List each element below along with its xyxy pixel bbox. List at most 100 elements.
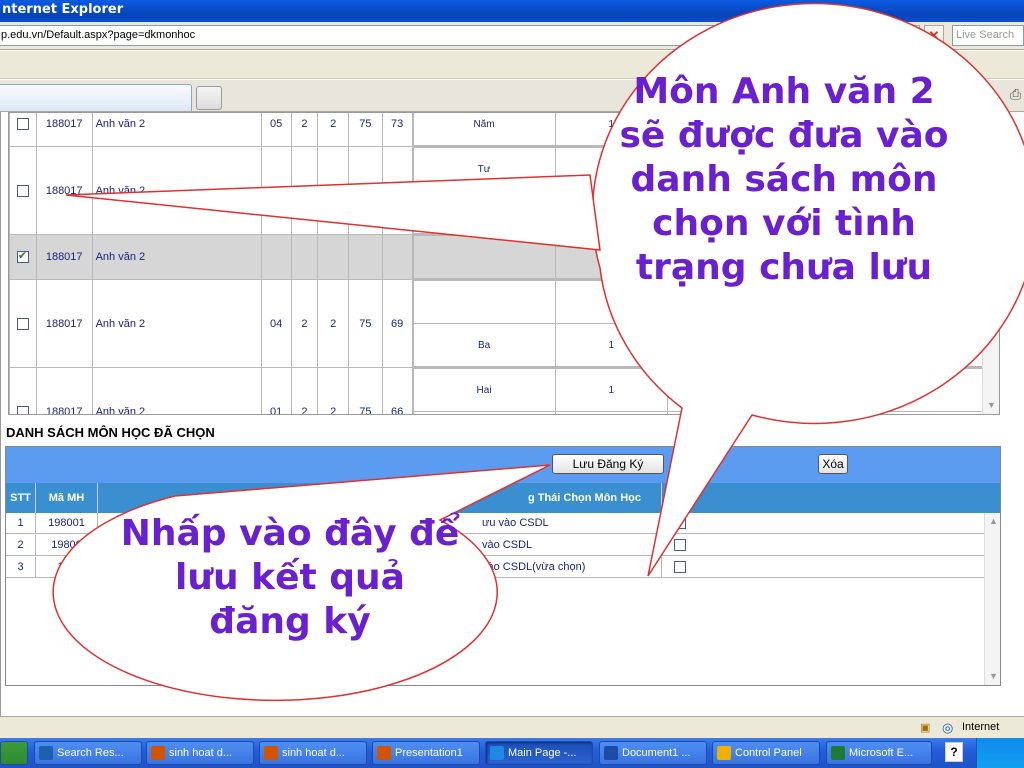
course-group — [260, 234, 292, 280]
course-select-cell — [9, 146, 37, 235]
course-credits: 2 — [290, 279, 319, 368]
header-course-name — [98, 483, 428, 513]
course-capacity: 75 — [347, 279, 383, 368]
refresh-icon[interactable]: ↻ — [900, 25, 920, 46]
powerpoint-icon — [151, 746, 165, 760]
schedule-cell: Hai15B1Ba15B101 — [411, 367, 998, 414]
schedule-day — [412, 235, 556, 279]
selected-scrollbar[interactable]: ▲ ▼ — [984, 513, 1000, 685]
course-credits: 2 — [290, 367, 319, 414]
selected-stt: 1 — [6, 513, 36, 534]
schedule-day — [412, 280, 556, 324]
header-status: g Thái Chọn Môn Học — [428, 483, 662, 513]
selected-courses-title: DANH SÁCH MÔN HỌC ĐÃ CHỌN — [6, 425, 215, 440]
scroll-up-icon[interactable]: ▲ — [987, 515, 1000, 528]
selected-checkbox[interactable] — [674, 539, 686, 552]
schedule-room: B1 — [779, 368, 997, 412]
selected-code: 198001 — [36, 513, 98, 534]
course-grid-scrollbar[interactable]: ▼ — [982, 112, 999, 414]
course-group: 05 — [260, 113, 292, 147]
ie-icon — [490, 746, 504, 760]
selected-checkbox[interactable] — [674, 561, 686, 574]
course-name: Anh văn 2 — [91, 279, 262, 368]
schedule-day: Tư — [412, 147, 556, 191]
course-checkbox[interactable] — [16, 249, 29, 264]
taskbar-item[interactable]: Main Page -... — [485, 741, 593, 765]
course-checkbox[interactable] — [16, 405, 29, 414]
selected-check-cell — [662, 557, 986, 578]
save-registration-button[interactable]: Lưu Đăng Ký — [552, 454, 664, 474]
course-select-cell — [9, 113, 37, 147]
header-course-code: Mã MH — [36, 483, 98, 513]
schedule-periods: 5 — [666, 411, 781, 414]
schedule-day: Năm — [412, 113, 556, 146]
start-button[interactable] — [0, 741, 28, 765]
powerpoint-icon — [264, 746, 278, 760]
taskbar-item[interactable]: Document1 ... — [599, 741, 707, 765]
course-credits: 2 — [290, 113, 319, 147]
scroll-down-icon[interactable]: ▼ — [987, 670, 1000, 683]
tab-main-page[interactable] — [0, 84, 192, 111]
folder-icon — [717, 746, 731, 760]
schedule-start: 1 — [554, 411, 668, 414]
schedule-periods: 5 — [666, 368, 781, 412]
excel-icon — [831, 746, 845, 760]
taskbar-item[interactable]: Presentation1 — [372, 741, 480, 765]
address-input[interactable]: p.edu.vn/Default.aspx?page=dkmonhoc — [0, 25, 918, 46]
selected-status: vào CSDL — [428, 535, 662, 556]
course-credit-hours: 2 — [317, 146, 349, 235]
scroll-down-icon[interactable]: ▼ — [985, 399, 998, 412]
course-group: 03 — [260, 146, 292, 235]
selected-checkbox[interactable] — [674, 517, 686, 530]
course-credit-hours: 2 — [317, 113, 349, 147]
print-icon[interactable]: ⎙ — [1010, 86, 1024, 104]
stop-icon[interactable]: ✕ — [924, 25, 944, 46]
taskbar-item[interactable]: sinh hoat d... — [146, 741, 254, 765]
course-checkbox[interactable] — [16, 118, 29, 131]
course-capacity: 75 — [347, 113, 383, 147]
help-icon[interactable]: ? — [945, 742, 963, 762]
taskbar-item[interactable]: Search Res... — [34, 741, 142, 765]
taskbar-item[interactable]: Microsoft E... — [826, 741, 932, 765]
schedule-day: Hai — [412, 368, 556, 412]
taskbar-item-label: Microsoft E... — [849, 747, 914, 759]
course-checkbox[interactable] — [16, 184, 29, 197]
schedule-periods: 5 — [666, 323, 781, 367]
course-capacity — [347, 234, 383, 280]
new-tab-button[interactable] — [196, 86, 222, 110]
schedule-start: 1 — [554, 368, 668, 412]
system-tray — [976, 738, 1024, 768]
status-bar: ▣ ◎ Internet — [0, 716, 1024, 738]
course-remaining: 69 — [381, 279, 413, 368]
schedule-room: B — [779, 323, 997, 367]
window-title: nternet Explorer — [2, 2, 124, 17]
taskbar-item[interactable]: sinh hoat d... — [259, 741, 367, 765]
schedule-cell: Ba 1 5 B — [411, 279, 998, 368]
course-select-cell — [9, 234, 37, 280]
course-capacity: 75 — [347, 367, 383, 414]
course-checkbox[interactable] — [16, 317, 29, 330]
course-code: 188017 — [35, 113, 93, 147]
window-title-bar: nternet Explorer — [0, 0, 1024, 22]
course-row[interactable]: 188017Anh văn 201227566Hai15B1Ba15B101 — [9, 367, 999, 414]
feeds-icon[interactable]: □ — [966, 87, 982, 103]
course-remaining — [381, 234, 413, 280]
header-stt: STT — [6, 483, 36, 513]
delete-button[interactable]: Xóa — [818, 454, 848, 474]
course-row[interactable]: 188017 Anh văn 2 04 2 2 75 69 Ba 1 5 B — [9, 279, 999, 368]
selected-stt: 3 — [6, 557, 36, 578]
taskbar: Search Res... sinh hoat d... sinh hoat d..… — [0, 738, 1024, 768]
course-code: 188017 — [35, 367, 93, 414]
course-credit-hours: 2 — [317, 367, 349, 414]
course-remaining: 70 — [381, 146, 413, 235]
taskbar-item[interactable]: Control Panel — [712, 741, 820, 765]
taskbar-item-label: sinh hoat d... — [282, 747, 345, 759]
search-input[interactable]: Live Search — [952, 25, 1024, 46]
schedule-day: Ba — [412, 323, 556, 367]
selected-status: ưu vào CSDL — [428, 513, 662, 534]
course-credit-hours — [317, 234, 349, 280]
selected-code: 188 — [36, 557, 98, 578]
course-group: 01 — [260, 367, 292, 414]
course-name: Anh văn 2 — [91, 367, 262, 414]
taskbar-item-label: Control Panel — [735, 747, 802, 759]
